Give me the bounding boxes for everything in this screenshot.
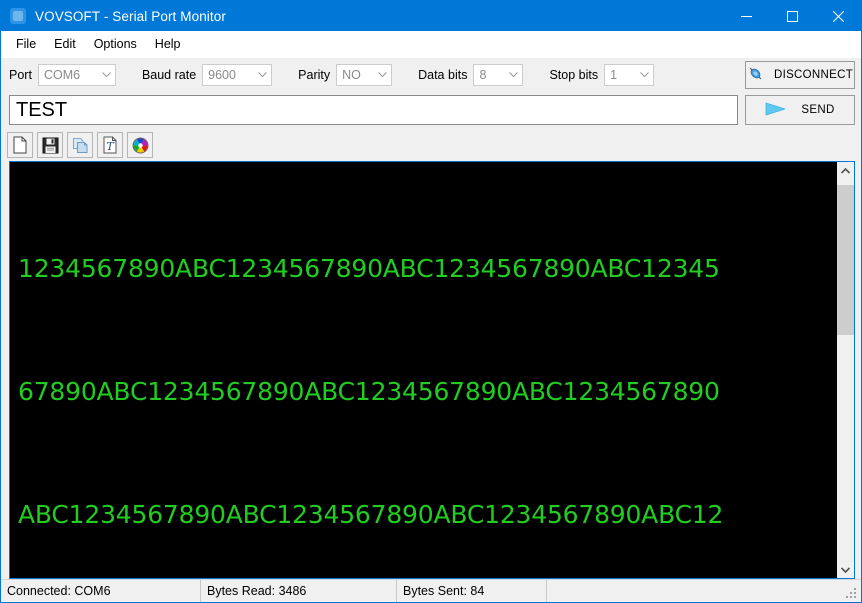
chevron-down-icon [636, 72, 653, 78]
app-icon [10, 8, 26, 24]
maximize-button[interactable] [769, 1, 815, 31]
send-input[interactable]: TEST [9, 95, 738, 125]
terminal-panel: 1234567890ABC1234567890ABC1234567890ABC1… [9, 161, 855, 579]
title-bar[interactable]: VOVSOFT - Serial Port Monitor [1, 1, 861, 31]
plug-icon [747, 65, 764, 85]
send-button[interactable]: SEND [745, 95, 855, 125]
send-bar: TEST SEND [1, 91, 861, 129]
baud-rate-select[interactable]: 9600 [202, 64, 272, 86]
copy-pages-icon [72, 137, 89, 154]
disconnect-button-label: DISCONNECT [774, 69, 853, 81]
data-bits-select[interactable]: 8 [473, 64, 523, 86]
status-connection: Connected: COM6 [1, 580, 201, 602]
status-bytes-sent: Bytes Sent: 84 [397, 580, 547, 602]
floppy-disk-icon [42, 137, 59, 154]
save-button[interactable] [37, 132, 63, 158]
play-triangle-icon [765, 102, 787, 119]
status-bar: Connected: COM6 Bytes Read: 3486 Bytes S… [1, 579, 861, 602]
stop-bits-value: 1 [605, 68, 636, 82]
menu-item-options[interactable]: Options [85, 34, 146, 54]
terminal-line: 1234567890ABC1234567890ABC1234567890ABC1… [18, 248, 836, 289]
scroll-down-button[interactable] [837, 561, 854, 578]
port-label: Port [9, 68, 32, 82]
font-t-icon: T [102, 136, 118, 154]
data-bits-label: Data bits [418, 68, 467, 82]
color-wheel-icon [132, 137, 149, 154]
scrollbar-thumb[interactable] [837, 185, 854, 335]
font-button[interactable]: T [97, 132, 123, 158]
status-extra [547, 580, 861, 602]
port-select[interactable]: COM6 [38, 64, 116, 86]
port-value: COM6 [39, 68, 98, 82]
main-window: VOVSOFT - Serial Port Monitor File [0, 0, 862, 603]
data-bits-value: 8 [474, 68, 505, 82]
icon-toolbar: T [1, 129, 861, 161]
color-button[interactable] [127, 132, 153, 158]
maximize-icon [787, 11, 798, 22]
scroll-up-button[interactable] [837, 162, 854, 179]
chevron-down-icon [254, 72, 271, 78]
baud-rate-label: Baud rate [142, 68, 196, 82]
minimize-icon [741, 11, 752, 22]
chevron-down-icon [505, 72, 522, 78]
parity-select[interactable]: NO [336, 64, 392, 86]
minimize-button[interactable] [723, 1, 769, 31]
terminal-scrollbar[interactable] [836, 162, 854, 578]
terminal-line: 67890ABC1234567890ABC1234567890ABC123456… [18, 371, 836, 412]
resize-grip-icon[interactable] [845, 587, 858, 600]
chevron-down-icon [98, 72, 115, 78]
close-icon [833, 11, 844, 22]
stop-bits-select[interactable]: 1 [604, 64, 654, 86]
parity-value: NO [337, 68, 374, 82]
new-file-button[interactable] [7, 132, 33, 158]
chevron-down-icon [841, 567, 850, 573]
terminal-line: ABC1234567890ABC1234567890ABC1234567890A… [18, 494, 836, 535]
status-bytes-read: Bytes Read: 3486 [201, 580, 397, 602]
send-button-label: SEND [801, 104, 834, 116]
parity-label: Parity [298, 68, 330, 82]
chevron-up-icon [841, 168, 850, 174]
chevron-down-icon [374, 72, 391, 78]
menu-item-help[interactable]: Help [146, 34, 190, 54]
stop-bits-label: Stop bits [549, 68, 598, 82]
baud-rate-value: 9600 [203, 68, 254, 82]
close-button[interactable] [815, 1, 861, 31]
copy-button[interactable] [67, 132, 93, 158]
scrollbar-track[interactable] [837, 179, 854, 561]
menu-item-file[interactable]: File [7, 34, 45, 54]
window-title: VOVSOFT - Serial Port Monitor [35, 9, 226, 24]
page-icon [12, 136, 28, 154]
terminal-output[interactable]: 1234567890ABC1234567890ABC1234567890ABC1… [10, 162, 836, 578]
menu-item-edit[interactable]: Edit [45, 34, 85, 54]
disconnect-button[interactable]: DISCONNECT [745, 61, 855, 89]
window-controls [723, 1, 861, 31]
serial-settings-bar: Port COM6 Baud rate 9600 Parity NO Data … [1, 58, 861, 91]
menu-bar: File Edit Options Help [1, 31, 861, 58]
